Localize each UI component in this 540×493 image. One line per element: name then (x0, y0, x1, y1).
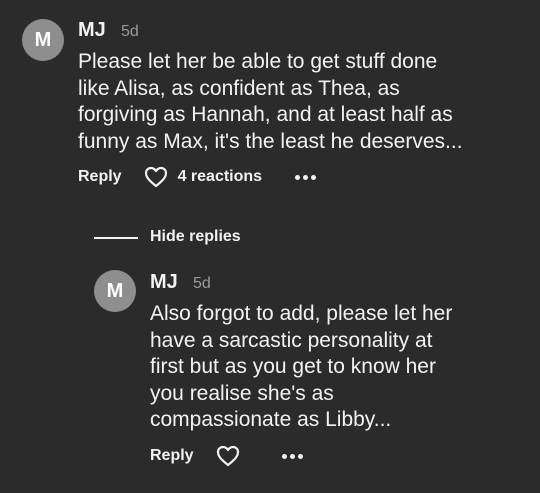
reply-button[interactable]: Reply (150, 447, 194, 465)
reply-author[interactable]: MJ (150, 271, 178, 294)
avatar[interactable]: M (94, 270, 136, 312)
comment-line: funny as Max, it's the least he deserves… (78, 129, 463, 153)
reactions-count[interactable]: 4 reactions (178, 168, 262, 186)
comment-timestamp: 5d (121, 23, 139, 40)
replies-divider-line (94, 237, 138, 239)
comment-body: Please let her be able to get stuff done… (78, 49, 463, 155)
heart-outline-icon (216, 445, 239, 467)
avatar-letter: M (106, 279, 124, 302)
reply-line: compassionate as Libby... (150, 408, 392, 431)
heart-icon[interactable] (144, 166, 168, 188)
reply-line: Also forgot to add, please let her (150, 302, 453, 325)
heart-icon[interactable] (216, 445, 240, 467)
avatar[interactable]: M (22, 19, 64, 61)
comment-actions: Reply 4 reactions (78, 166, 319, 188)
reply-button[interactable]: Reply (78, 168, 122, 186)
comment-line: Please let her be able to get stuff done (78, 50, 438, 73)
reply-body: Also forgot to add, please let her have … (150, 301, 452, 434)
reply-line: you realise she's as (150, 381, 334, 405)
avatar-letter: M (34, 28, 52, 51)
comment-author[interactable]: MJ (78, 19, 106, 42)
reply-actions: Reply (150, 445, 306, 467)
heart-outline-icon (144, 166, 167, 188)
hide-replies-button[interactable]: Hide replies (150, 228, 241, 246)
comment-line: forgiving as Hannah, and at least half a… (78, 103, 453, 126)
reply-line: first but as you get to know her (150, 355, 436, 378)
reply-line: have a sarcastic personality at (150, 328, 433, 352)
more-options-icon[interactable] (295, 174, 319, 180)
more-options-icon[interactable] (281, 453, 306, 459)
reply-timestamp: 5d (193, 275, 211, 292)
comment-line: like Alisa, as confident as Thea, as (78, 76, 400, 100)
